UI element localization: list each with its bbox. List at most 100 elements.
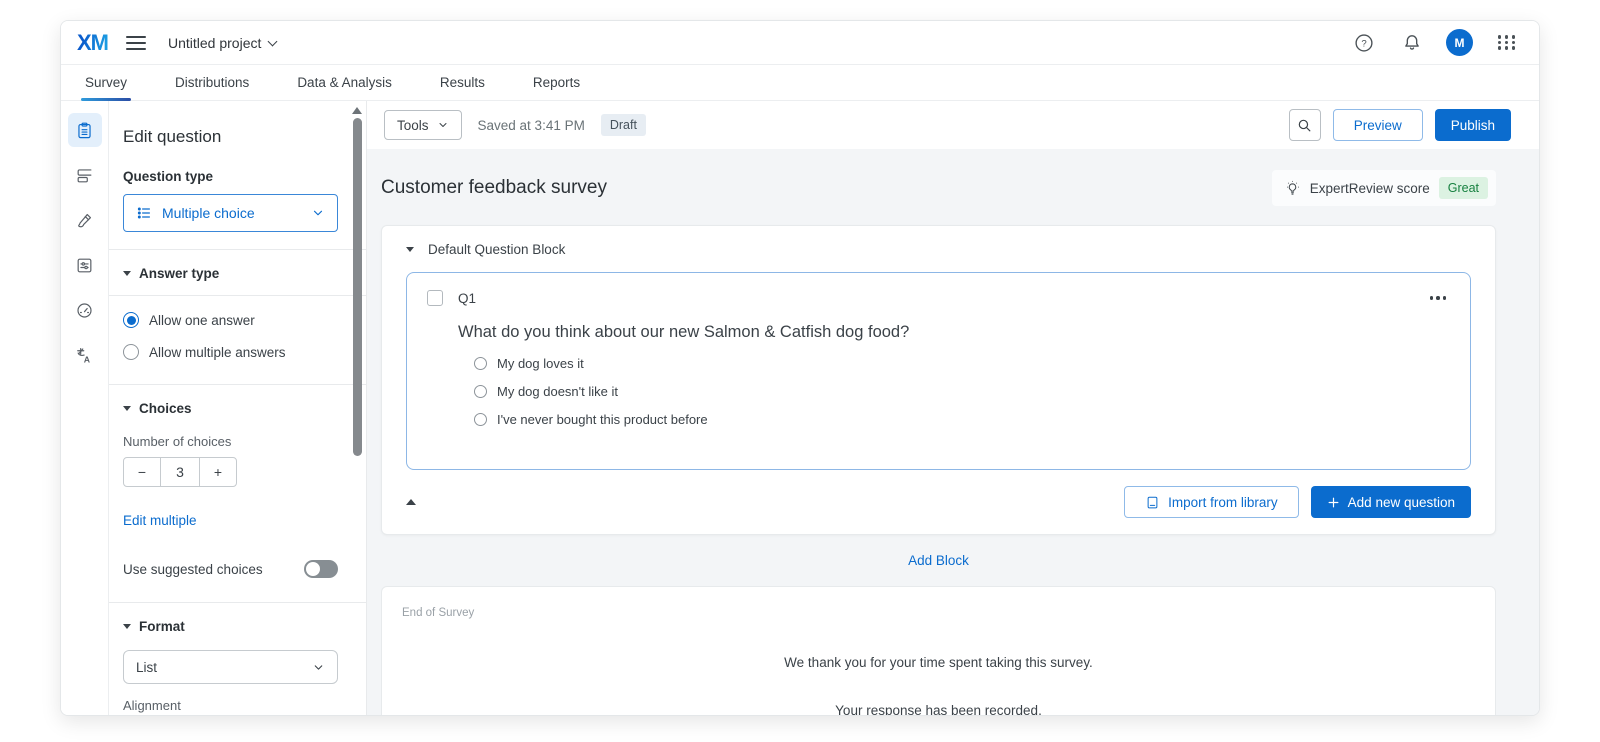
tools-dropdown[interactable]: Tools bbox=[384, 110, 462, 140]
caret-down-icon bbox=[123, 406, 131, 411]
radio-unselected-icon bbox=[123, 344, 139, 360]
radio-label: Allow multiple answers bbox=[149, 345, 286, 360]
avatar[interactable]: M bbox=[1446, 29, 1473, 56]
app-window: XM Untitled project ? M bbox=[60, 20, 1540, 716]
rail-item-survey-builder[interactable] bbox=[68, 113, 102, 147]
choice-count-stepper: − 3 + bbox=[123, 457, 237, 487]
chevron-down-icon bbox=[312, 661, 325, 674]
radio-unselected-icon bbox=[474, 385, 487, 398]
rail-item-translations[interactable]: A bbox=[68, 338, 102, 372]
import-from-library-button[interactable]: Import from library bbox=[1124, 486, 1299, 518]
chevron-down-icon bbox=[268, 36, 278, 46]
notifications-button[interactable] bbox=[1398, 29, 1426, 57]
divider bbox=[109, 295, 366, 296]
end-message-line: We thank you for your time spent taking … bbox=[402, 655, 1475, 670]
question-id: Q1 bbox=[458, 291, 476, 306]
search-button[interactable] bbox=[1289, 109, 1321, 141]
format-section-header[interactable]: Format bbox=[123, 619, 338, 634]
panel-title: Edit question bbox=[123, 127, 338, 147]
tab-survey[interactable]: Survey bbox=[85, 65, 127, 100]
hamburger-icon[interactable] bbox=[126, 36, 146, 50]
end-of-survey-panel[interactable]: End of Survey We thank you for your time… bbox=[381, 586, 1496, 716]
xm-logo: XM bbox=[77, 30, 108, 56]
question-type-dropdown[interactable]: Multiple choice bbox=[123, 194, 338, 232]
preview-button[interactable]: Preview bbox=[1333, 109, 1423, 141]
answer-type-section-header[interactable]: Answer type bbox=[123, 266, 338, 281]
caret-down-icon bbox=[123, 271, 131, 276]
rail-item-survey-options[interactable] bbox=[68, 248, 102, 282]
scroll-up-icon[interactable] bbox=[352, 107, 362, 114]
search-icon bbox=[1296, 117, 1313, 134]
radio-unselected-icon bbox=[474, 413, 487, 426]
alignment-label: Alignment bbox=[123, 698, 338, 713]
rail-item-quotas[interactable] bbox=[68, 293, 102, 327]
choice-label: My dog loves it bbox=[497, 356, 584, 371]
suggested-choices-toggle[interactable] bbox=[304, 560, 338, 578]
add-new-question-button[interactable]: Add new question bbox=[1311, 486, 1471, 518]
bell-icon bbox=[1401, 32, 1423, 54]
rail-item-survey-flow[interactable] bbox=[68, 158, 102, 192]
import-label: Import from library bbox=[1168, 495, 1278, 510]
number-of-choices-label: Number of choices bbox=[123, 434, 338, 449]
tab-distributions[interactable]: Distributions bbox=[175, 65, 249, 100]
chevron-down-icon bbox=[437, 119, 449, 131]
list-icon bbox=[136, 205, 152, 221]
tab-bar: Survey Distributions Data & Analysis Res… bbox=[61, 65, 1539, 101]
lightbulb-icon bbox=[1284, 180, 1301, 197]
increment-button[interactable]: + bbox=[200, 458, 236, 486]
survey-options-icon bbox=[75, 256, 94, 275]
rail-item-look-and-feel[interactable] bbox=[68, 203, 102, 237]
block-header: Default Question Block bbox=[406, 226, 1471, 272]
choice-option[interactable]: My dog doesn't like it bbox=[474, 384, 1450, 399]
book-icon bbox=[1145, 495, 1160, 510]
tab-reports[interactable]: Reports bbox=[533, 65, 580, 100]
block-name[interactable]: Default Question Block bbox=[428, 242, 565, 257]
end-message-line: Your response has been recorded. bbox=[402, 703, 1475, 716]
chevron-down-icon bbox=[311, 206, 325, 220]
caret-down-icon bbox=[123, 624, 131, 629]
question-text[interactable]: What do you think about our new Salmon &… bbox=[458, 323, 1450, 342]
project-menu[interactable]: Untitled project bbox=[168, 35, 276, 51]
save-status: Saved at 3:41 PM bbox=[478, 118, 585, 133]
question-checkbox[interactable] bbox=[427, 290, 443, 306]
radio-selected-icon bbox=[123, 312, 139, 328]
use-suggested-choices-label: Use suggested choices bbox=[123, 562, 263, 577]
apps-grid-icon bbox=[1498, 35, 1517, 50]
scrollbar-thumb[interactable] bbox=[353, 118, 362, 456]
question-card-q1[interactable]: Q1 What do you think about our new Salmo… bbox=[406, 272, 1471, 470]
panel-scrollbar[interactable] bbox=[351, 105, 363, 712]
choice-option[interactable]: My dog loves it bbox=[474, 356, 1450, 371]
question-block-panel: Default Question Block Q1 What do you th… bbox=[381, 225, 1496, 535]
radio-allow-one-answer[interactable]: Allow one answer bbox=[123, 312, 338, 328]
survey-builder-icon bbox=[75, 121, 94, 140]
decrement-button[interactable]: − bbox=[124, 458, 160, 486]
main-area: Tools Saved at 3:41 PM Draft Preview bbox=[367, 101, 1539, 716]
tab-data-analysis[interactable]: Data & Analysis bbox=[297, 65, 392, 100]
more-options-icon[interactable] bbox=[1426, 292, 1451, 304]
quotas-icon bbox=[75, 301, 94, 320]
expert-review-chip[interactable]: ExpertReview score Great bbox=[1272, 170, 1496, 206]
apps-grid-button[interactable] bbox=[1493, 29, 1521, 57]
add-block-link[interactable]: Add Block bbox=[908, 553, 969, 568]
collapse-block-icon[interactable] bbox=[406, 247, 414, 252]
radio-allow-multiple-answers[interactable]: Allow multiple answers bbox=[123, 344, 338, 360]
edit-multiple-link[interactable]: Edit multiple bbox=[123, 513, 197, 528]
choice-label: I've never bought this product before bbox=[497, 412, 708, 427]
question-type-label: Question type bbox=[123, 169, 338, 184]
format-select[interactable]: List bbox=[123, 650, 338, 684]
question-type-value: Multiple choice bbox=[162, 205, 301, 221]
survey-title[interactable]: Customer feedback survey bbox=[381, 177, 607, 199]
publish-button[interactable]: Publish bbox=[1435, 109, 1511, 141]
edit-question-panel: Edit question Question type Multiple cho… bbox=[109, 101, 367, 716]
survey-flow-icon bbox=[75, 166, 94, 185]
help-icon: ? bbox=[1353, 32, 1375, 54]
choice-option[interactable]: I've never bought this product before bbox=[474, 412, 1450, 427]
help-button[interactable]: ? bbox=[1350, 29, 1378, 57]
collapse-up-icon[interactable] bbox=[406, 499, 416, 505]
choices-section-header[interactable]: Choices bbox=[123, 401, 338, 416]
plus-icon bbox=[1327, 496, 1340, 509]
end-of-survey-label: End of Survey bbox=[402, 607, 1475, 619]
add-question-label: Add new question bbox=[1348, 495, 1455, 510]
expert-review-label: ExpertReview score bbox=[1310, 181, 1430, 196]
tab-results[interactable]: Results bbox=[440, 65, 485, 100]
